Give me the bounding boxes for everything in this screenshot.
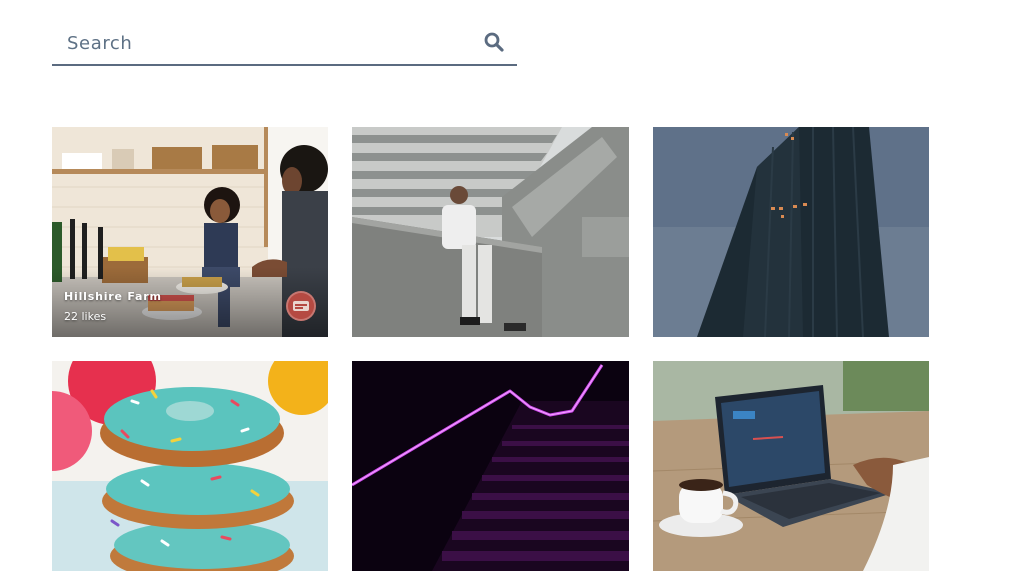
architecture-photo [352, 127, 629, 337]
search-bar [52, 22, 517, 66]
neon-stairs-photo [352, 361, 629, 571]
card-title: Hillshire Farm [64, 290, 162, 303]
image-card[interactable] [352, 127, 629, 337]
brand-avatar[interactable] [286, 291, 316, 321]
brand-logo-icon [288, 293, 314, 319]
laptop-photo [653, 361, 929, 571]
image-grid: Hillshire Farm 22 likes [52, 127, 929, 571]
gallery-page: Hillshire Farm 22 likes [0, 0, 1024, 588]
search-icon[interactable] [483, 31, 505, 53]
skyscraper-photo [653, 127, 929, 337]
image-card[interactable] [352, 361, 629, 571]
image-card[interactable] [653, 361, 929, 571]
donuts-photo [52, 361, 328, 571]
image-card[interactable] [653, 127, 929, 337]
search-input[interactable] [52, 22, 472, 64]
image-card[interactable] [52, 361, 328, 571]
card-likes: 22 likes [64, 310, 107, 323]
image-card[interactable]: Hillshire Farm 22 likes [52, 127, 328, 337]
